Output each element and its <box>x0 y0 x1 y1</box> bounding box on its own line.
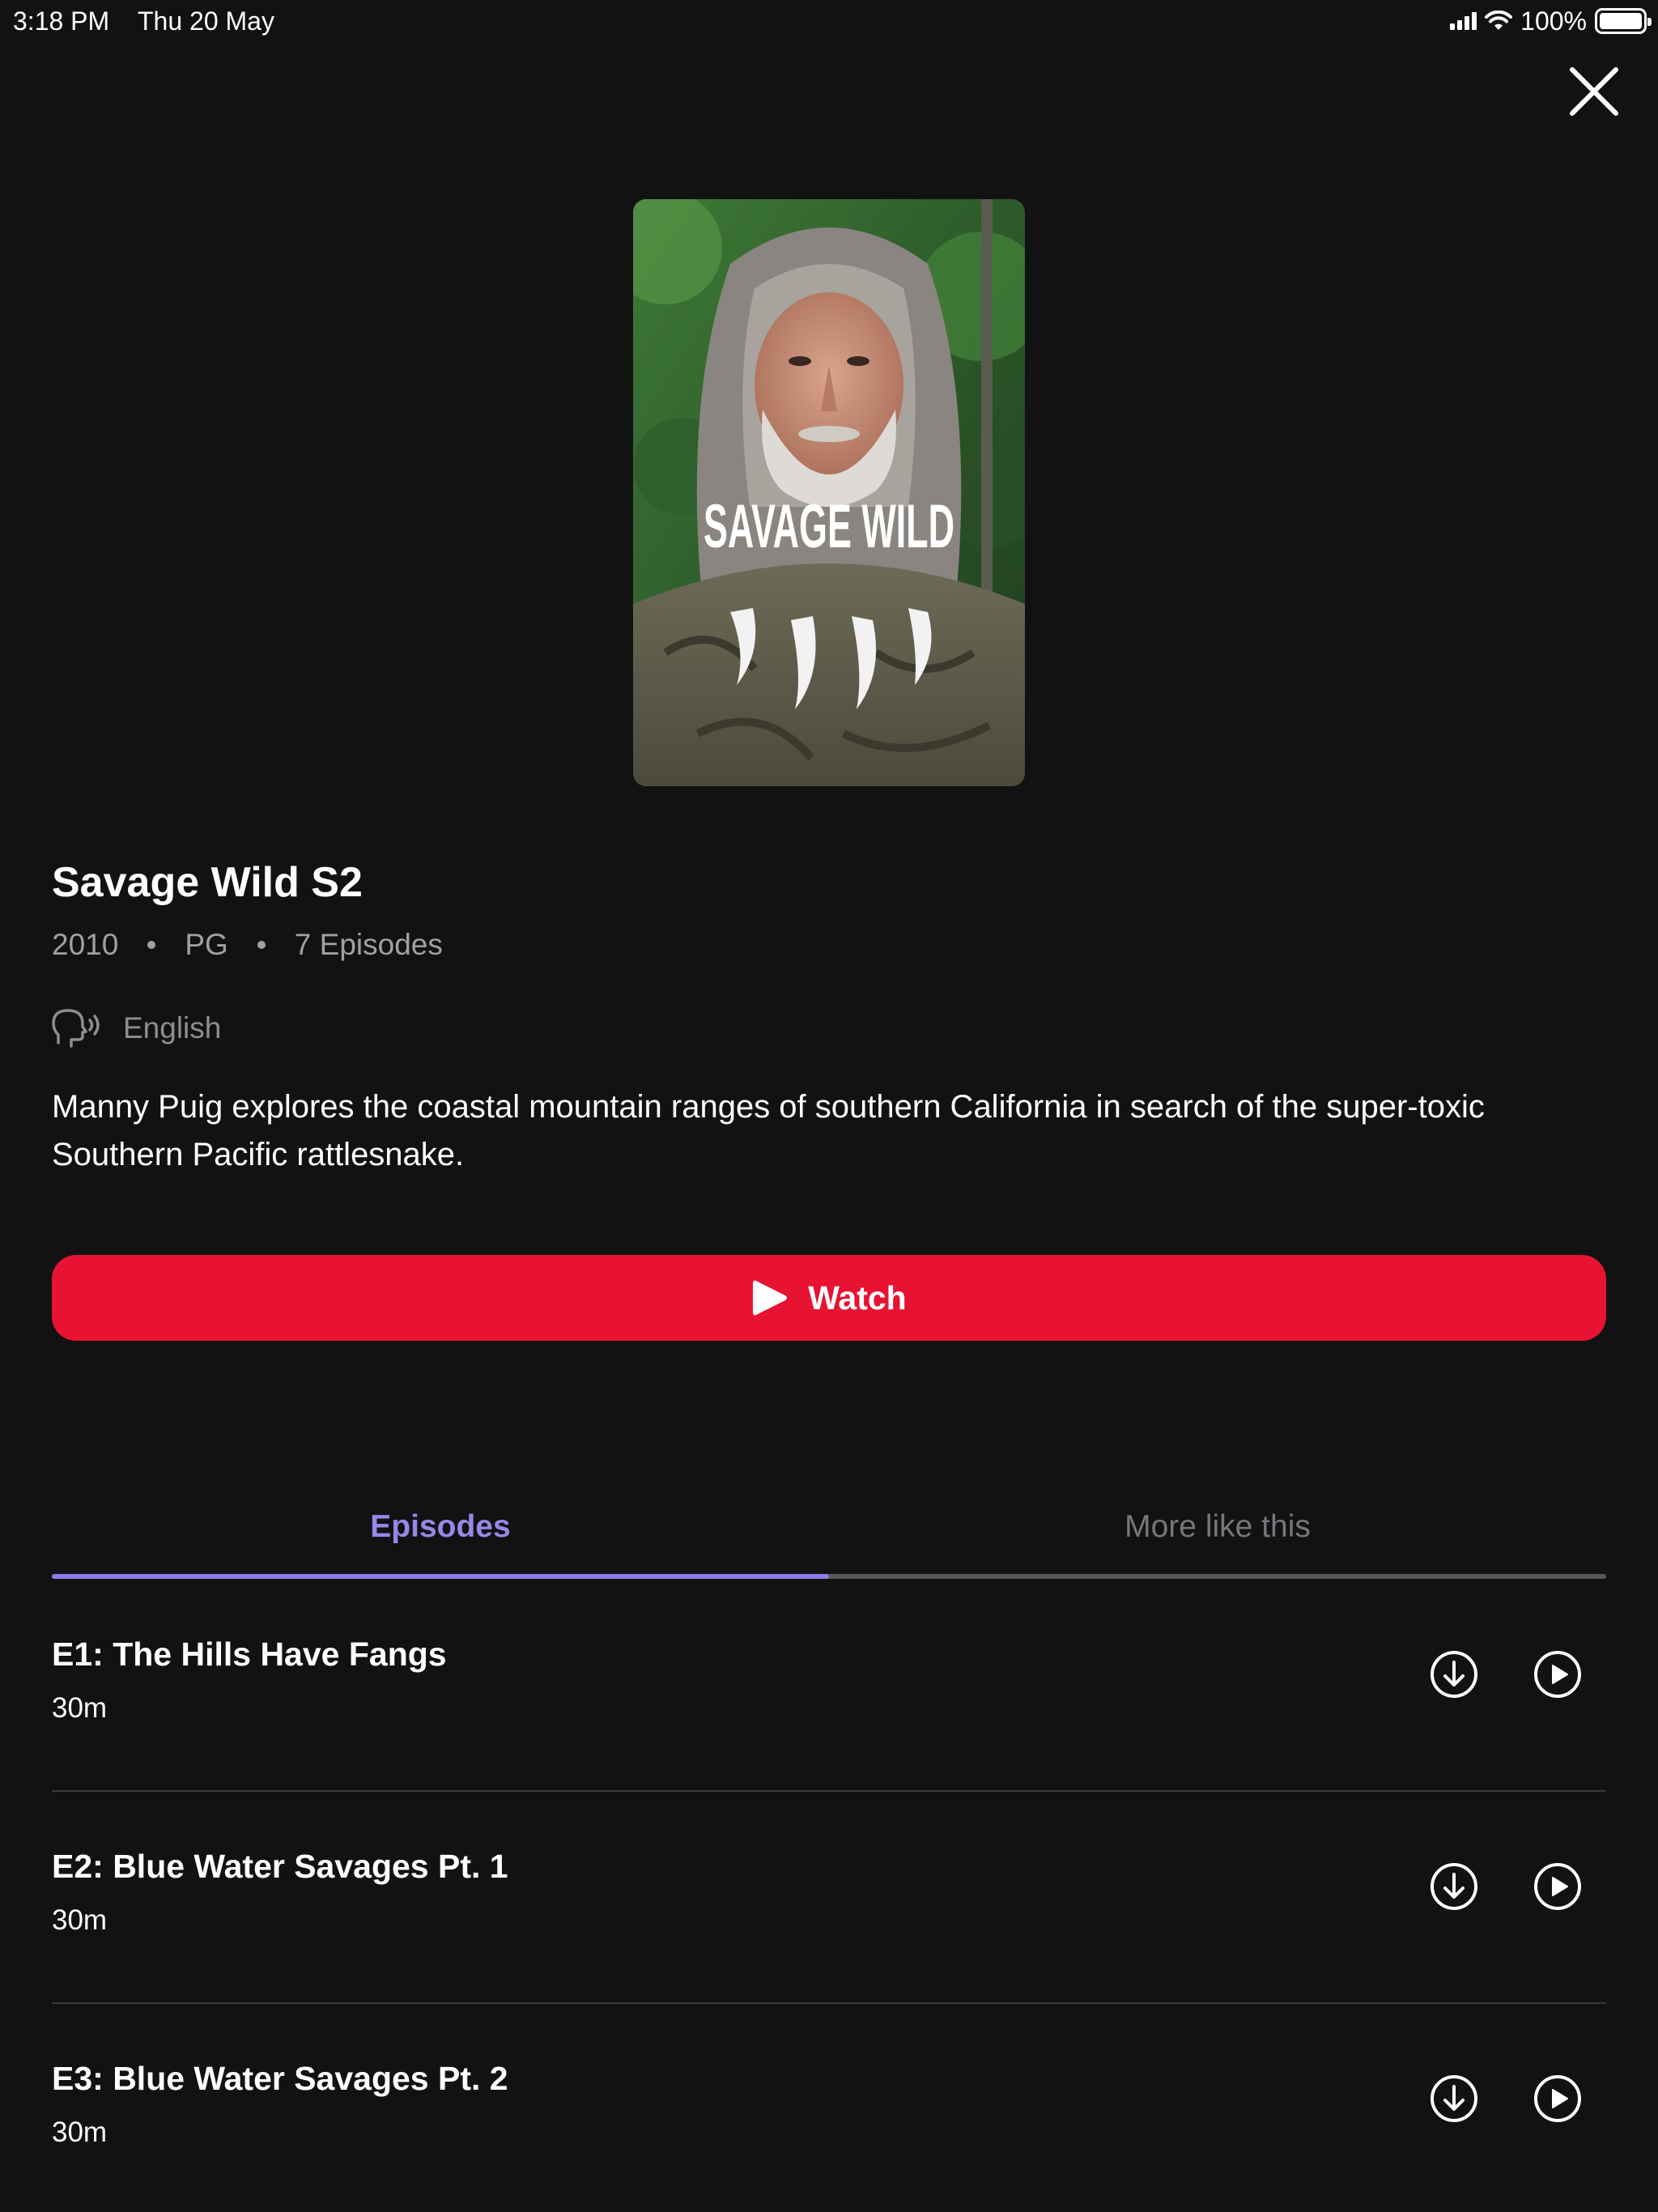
download-icon <box>1431 1651 1477 1698</box>
episode-duration: 30m <box>52 1904 108 1936</box>
divider <box>52 2002 1606 2004</box>
watch-button[interactable]: Watch <box>52 1255 1606 1341</box>
show-description: Manny Puig explores the coastal mountain… <box>52 1089 1485 1172</box>
tab-active-indicator <box>52 1574 829 1579</box>
episode-row[interactable]: E3: Blue Water Savages Pt. 2 30m <box>52 2060 1606 2212</box>
tab-episodes[interactable]: Episodes <box>52 1495 829 1576</box>
show-meta: 2010 PG 7 Episodes <box>52 928 443 962</box>
play-episode-button[interactable] <box>1532 1648 1584 1700</box>
watch-button-label: Watch <box>808 1278 907 1317</box>
download-button[interactable] <box>1428 2073 1480 2125</box>
status-bar: 3:18 PM Thu 20 May 100% <box>0 0 1658 42</box>
content-tabs: Episodes More like this <box>52 1495 1606 1579</box>
close-icon <box>1570 67 1618 116</box>
wifi-icon <box>1485 11 1513 30</box>
show-title: Savage Wild S2 <box>52 859 363 906</box>
download-icon <box>1431 1863 1477 1910</box>
poster-artwork: SAVAGE WILD <box>633 199 1025 786</box>
play-icon <box>753 1280 788 1316</box>
show-episode-count: 7 Episodes <box>294 928 443 961</box>
speaking-head-icon <box>52 1009 100 1048</box>
play-episode-button[interactable] <box>1532 2073 1584 2125</box>
download-icon <box>1431 2075 1477 2122</box>
signal-icon <box>1450 12 1477 30</box>
close-button[interactable] <box>1567 65 1621 118</box>
show-poster: SAVAGE WILD <box>633 199 1025 786</box>
show-year: 2010 <box>52 928 119 961</box>
episode-row[interactable]: E2: Blue Water Savages Pt. 1 30m <box>52 1848 1606 2060</box>
battery-icon <box>1595 8 1652 34</box>
separator-dot <box>147 941 156 949</box>
divider <box>52 1790 1606 1792</box>
play-episode-button[interactable] <box>1532 1861 1584 1912</box>
episode-title: E3: Blue Water Savages Pt. 2 <box>52 2060 508 2097</box>
play-circle-icon <box>1534 1863 1581 1910</box>
download-button[interactable] <box>1428 1648 1480 1700</box>
audio-language: English <box>52 1007 221 1049</box>
battery-percent: 100% <box>1520 6 1587 36</box>
episode-row[interactable]: E1: The Hills Have Fangs 30m <box>52 1636 1606 1848</box>
status-time: 3:18 PM <box>13 6 110 36</box>
download-button[interactable] <box>1428 1861 1480 1912</box>
episode-title: E1: The Hills Have Fangs <box>52 1636 447 1673</box>
show-rating: PG <box>185 928 228 961</box>
tab-more-like-this[interactable]: More like this <box>829 1495 1606 1576</box>
episode-title: E2: Blue Water Savages Pt. 1 <box>52 1848 508 1885</box>
audio-language-label: English <box>123 1011 222 1044</box>
episode-duration: 30m <box>52 1692 108 1724</box>
separator-dot <box>257 941 266 949</box>
status-date: Thu 20 May <box>138 6 274 36</box>
status-indicators: 100% <box>1450 5 1652 37</box>
poster-logo-text: SAVAGE WILD <box>704 492 954 561</box>
episode-duration: 30m <box>52 2116 108 2148</box>
play-circle-icon <box>1534 2075 1581 2122</box>
play-circle-icon <box>1534 1651 1581 1698</box>
